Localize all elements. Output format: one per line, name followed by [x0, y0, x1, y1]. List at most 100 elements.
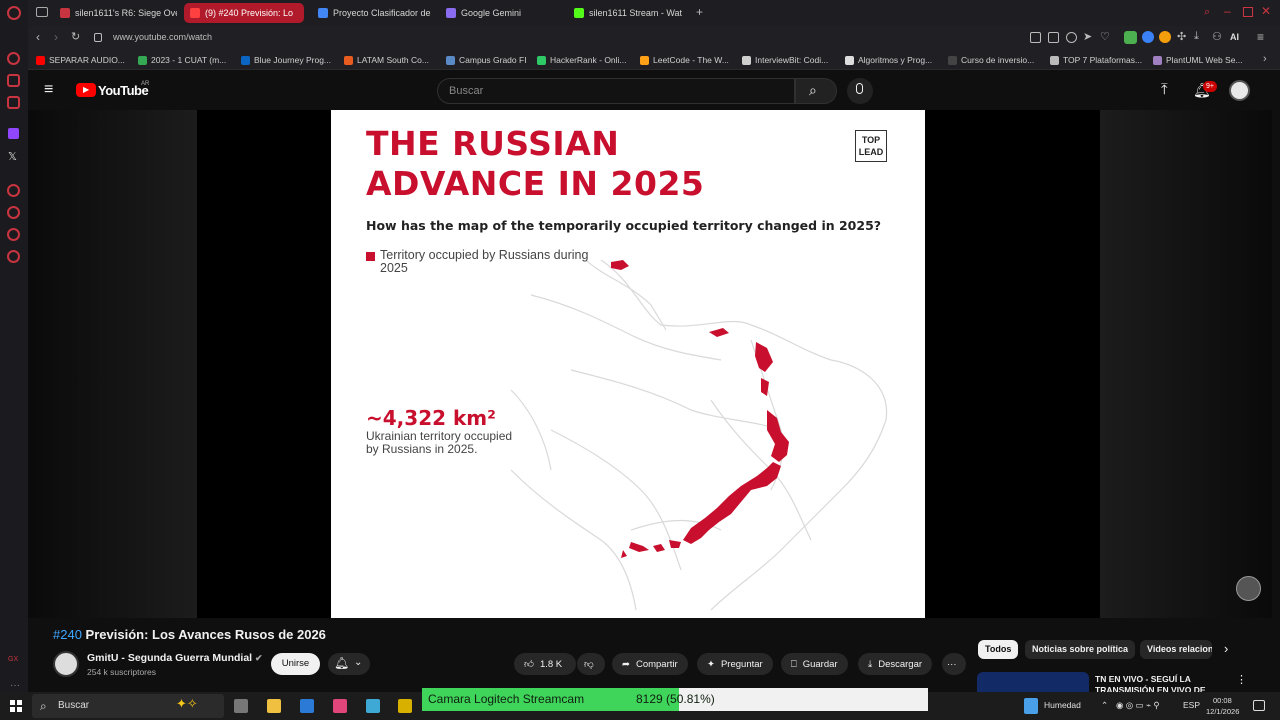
like-button[interactable]: 👍︎ 1.8 K [514, 653, 576, 675]
back-button[interactable]: ‹ [36, 30, 40, 44]
new-tab-button[interactable]: + [696, 5, 703, 19]
bookmark-item[interactable]: LATAM South Co... [344, 55, 429, 65]
gx-icon[interactable]: GX [8, 656, 18, 663]
hamburger-menu-icon[interactable]: ≡ [44, 81, 53, 99]
player-icon[interactable] [7, 184, 20, 197]
snapshot-icon[interactable] [1048, 32, 1059, 43]
bookmark-item[interactable]: Curso de inversio... [948, 55, 1034, 65]
dislike-button[interactable]: 👎︎ [577, 653, 605, 675]
bookmark-item[interactable]: LeetCode - The W... [640, 55, 729, 65]
file-explorer-icon[interactable] [267, 699, 281, 713]
tab-r6-siege[interactable]: silen1611's R6: Siege Overw [54, 3, 177, 23]
voice-search-button[interactable] [847, 78, 873, 104]
extension-orange-icon[interactable] [1159, 31, 1171, 43]
extension-green-icon[interactable] [1124, 31, 1137, 44]
weather-label[interactable]: Humedad [1044, 700, 1081, 710]
lock-icon[interactable] [94, 33, 102, 42]
tray-icons[interactable]: ◉ ◎ ▭ ⌁ ⚲ [1116, 700, 1160, 711]
bookmark-item[interactable]: TOP 7 Plataformas... [1050, 55, 1142, 65]
more-icon[interactable]: ··· [10, 680, 20, 691]
leetcode-favicon [640, 55, 649, 65]
save-button[interactable]: ⎕ Guardar [781, 653, 848, 675]
downloads-icon[interactable]: ⤓ [1194, 30, 1199, 43]
reload-button[interactable]: ↻ [71, 30, 80, 43]
chips-next-icon[interactable]: › [1224, 641, 1228, 656]
interviewbit-favicon [742, 55, 751, 65]
extension-icon[interactable] [1030, 32, 1041, 43]
subscription-bell-button[interactable]: 🔔︎ ⌄ [328, 653, 370, 675]
video-player[interactable]: THE RUSSIAN ADVANCE IN 2025 How has the … [28, 110, 1272, 618]
tab-google-gemini[interactable]: Google Gemini [440, 3, 560, 23]
app-icon-3[interactable] [398, 699, 412, 713]
more-actions-button[interactable]: ··· [942, 653, 966, 675]
forward-button[interactable]: › [54, 30, 58, 44]
outlook-icon[interactable] [300, 699, 314, 713]
adblock-icon[interactable] [1066, 32, 1077, 43]
chip-all[interactable]: Todos [978, 640, 1019, 659]
download-button[interactable]: ⤓ Descargar [858, 653, 933, 675]
avatar[interactable] [1229, 80, 1250, 101]
bookmark-item[interactable]: Campus Grado FI [446, 55, 527, 65]
bookmark-item[interactable]: Algoritmos y Prog... [845, 55, 932, 65]
bookmark-item[interactable]: 2023 - 1 CUAT (m... [138, 55, 226, 65]
chat-icon[interactable] [7, 228, 20, 241]
channel-avatar[interactable] [53, 651, 79, 677]
upload-icon[interactable]: ⤒ [1161, 81, 1168, 98]
task-view-icon[interactable] [234, 699, 248, 713]
language-indicator[interactable]: ESP [1183, 700, 1200, 710]
opera-logo-icon[interactable] [7, 6, 21, 20]
heart-icon[interactable]: ♡ [1100, 30, 1110, 43]
clock-time[interactable]: 00:08 [1213, 696, 1232, 705]
video-number[interactable]: #240 [53, 627, 82, 642]
tab-proyecto-clasificador[interactable]: Proyecto Clasificador de V [312, 3, 432, 23]
extension-blue-icon[interactable] [1142, 31, 1154, 43]
bookmark-item[interactable]: Blue Journey Prog... [241, 55, 331, 65]
bookmark-item[interactable]: InterviewBit: Codi... [742, 55, 828, 65]
ask-button[interactable]: ✦ Preguntar [697, 653, 773, 675]
recommendation-thumbnail[interactable] [977, 672, 1089, 692]
join-button[interactable]: Unirse [271, 653, 320, 675]
video-frame[interactable]: THE RUSSIAN ADVANCE IN 2025 How has the … [331, 110, 925, 618]
search-input[interactable]: Buscar [437, 78, 795, 104]
puzzle-icon[interactable]: ✣ [1177, 30, 1186, 43]
x-icon[interactable]: 𝕏 [8, 150, 17, 163]
search-button[interactable]: ⌕ [795, 78, 837, 104]
workspaces-icon[interactable] [36, 7, 48, 17]
app-icon-2[interactable] [366, 699, 380, 713]
mail-icon[interactable] [7, 96, 20, 109]
history-icon[interactable] [7, 206, 20, 219]
url-field[interactable]: www.youtube.com/watch [113, 32, 212, 42]
bookmark-item[interactable]: HackerRank - Onli... [537, 55, 627, 65]
channel-name[interactable]: GmitU - Segunda Guerra Mundial ✔ [87, 652, 263, 664]
thumbs-down-icon: 👎︎ [584, 659, 594, 670]
tab-kick-stream[interactable]: silen1611 Stream - Wat [568, 3, 688, 23]
close-window-button[interactable]: ✕ [1261, 4, 1271, 18]
ai-button[interactable]: AI [1230, 32, 1239, 42]
aria-icon[interactable] [7, 52, 20, 65]
windows-start-icon[interactable] [10, 700, 22, 712]
tray-overflow-icon[interactable]: ⌃ [1101, 700, 1108, 711]
channel-name-text: GmitU - Segunda Guerra Mundial [87, 652, 253, 664]
bookmark-item[interactable]: SEPARAR AUDIO... [36, 55, 125, 65]
app-icon[interactable] [333, 699, 347, 713]
chip-politics[interactable]: Noticias sobre política [1025, 640, 1136, 659]
share-button[interactable]: ➦ Compartir [612, 653, 688, 675]
twitch-icon[interactable] [8, 128, 19, 139]
profile-icon[interactable]: ⚇ [1212, 30, 1222, 43]
maximize-button[interactable] [1243, 7, 1253, 17]
tab-youtube-video[interactable]: (9) #240 Previsión: Lo [184, 3, 304, 23]
chip-related[interactable]: Videos relacion [1140, 640, 1212, 659]
settings-icon[interactable] [7, 250, 20, 263]
bookmarks-overflow-icon[interactable]: › [1263, 53, 1267, 65]
minimize-button[interactable]: – [1224, 4, 1231, 18]
messenger-icon[interactable] [7, 74, 20, 87]
search-tabs-icon[interactable]: ⌕ [1204, 6, 1210, 19]
recommendation-menu-icon[interactable]: ⋮ [1236, 673, 1247, 686]
notification-center-icon[interactable] [1253, 700, 1265, 711]
menu-icon[interactable]: ≡ [1257, 30, 1264, 44]
channel-watermark-icon[interactable] [1236, 576, 1261, 601]
weather-icon[interactable] [1024, 698, 1038, 714]
bookmark-item[interactable]: PlantUML Web Se... [1153, 55, 1243, 65]
send-icon[interactable]: ➤ [1083, 30, 1092, 43]
clock-date[interactable]: 12/1/2026 [1206, 707, 1239, 716]
